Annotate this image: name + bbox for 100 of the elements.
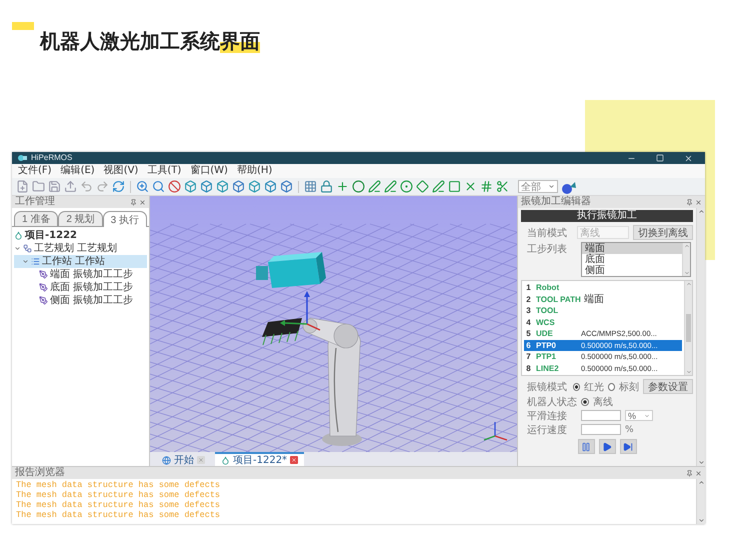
menu-item[interactable]: 窗口(W) xyxy=(190,164,228,178)
save-icon[interactable] xyxy=(48,180,61,193)
undo-icon[interactable] xyxy=(80,180,93,193)
field-label: 运行速度 xyxy=(527,424,568,436)
scroll-down-icon[interactable] xyxy=(686,369,692,375)
tree-item[interactable]: 工作站 工作站 xyxy=(14,255,147,268)
menu-item[interactable]: 文件(F) xyxy=(18,164,52,178)
coordinate-frame-icon xyxy=(280,291,320,331)
cube-icon[interactable] xyxy=(248,180,261,193)
folder-icon[interactable] xyxy=(32,180,45,193)
list-item[interactable]: 侧面 xyxy=(582,265,682,276)
play-button[interactable] xyxy=(598,439,616,454)
zoom-in-icon[interactable] xyxy=(136,180,149,193)
pin-icon[interactable] xyxy=(130,198,137,206)
cube-icon[interactable] xyxy=(184,180,197,193)
close-icon[interactable] xyxy=(139,198,146,206)
command-row[interactable]: 1 Robot xyxy=(524,282,682,294)
tree-item[interactable]: 侧面 振镜加工工步 xyxy=(14,294,147,307)
accent-bar xyxy=(12,22,34,30)
plus-icon[interactable] xyxy=(336,180,349,193)
input-field[interactable] xyxy=(581,410,621,421)
command-row[interactable]: 2 TOOL PATH 端面 xyxy=(524,294,682,305)
pause-button[interactable] xyxy=(578,439,594,454)
command-row[interactable]: 3 TOOL xyxy=(524,305,682,316)
scroll-up-icon[interactable] xyxy=(698,208,704,215)
tree-item[interactable]: 端面 振镜加工工步 xyxy=(14,268,147,281)
command-row[interactable]: 4 WCS xyxy=(524,316,682,328)
unit-dropdown[interactable]: % xyxy=(625,410,653,421)
cube-icon[interactable] xyxy=(200,180,213,193)
dot-icon[interactable] xyxy=(352,180,365,193)
square-icon[interactable] xyxy=(448,180,461,193)
tree-item[interactable]: 工艺规划 工艺规划 xyxy=(14,242,147,255)
scrollbar[interactable] xyxy=(696,479,705,524)
list-item[interactable]: 端面 xyxy=(582,243,682,254)
scrollbar[interactable] xyxy=(682,243,690,276)
panel-title: 工作管理 xyxy=(15,196,55,208)
scrollbar[interactable] xyxy=(696,208,705,466)
grid-icon[interactable] xyxy=(304,180,317,193)
cube-icon[interactable] xyxy=(264,180,277,193)
scroll-down-icon[interactable] xyxy=(684,270,690,276)
tree-item[interactable]: 底面 振镜加工工步 xyxy=(14,281,147,294)
target-icon[interactable] xyxy=(400,180,413,193)
pen-icon xyxy=(39,270,48,279)
pen-icon[interactable] xyxy=(432,180,445,193)
close-icon[interactable] xyxy=(695,470,702,476)
new-file-icon[interactable] xyxy=(16,180,29,193)
upload-icon[interactable] xyxy=(64,180,77,193)
document-tab[interactable]: 项目-1222* xyxy=(215,452,304,466)
x-icon[interactable] xyxy=(464,180,477,193)
chevron-icon[interactable] xyxy=(14,245,21,252)
scroll-up-icon[interactable] xyxy=(686,281,692,287)
pin-icon[interactable] xyxy=(686,470,693,476)
scroll-up-icon[interactable] xyxy=(684,243,690,249)
scroll-down-icon[interactable] xyxy=(698,517,704,524)
refresh-icon[interactable] xyxy=(112,180,125,193)
cube-icon[interactable] xyxy=(280,180,293,193)
input-field[interactable] xyxy=(581,424,621,435)
chevron-icon[interactable] xyxy=(22,258,29,265)
switch-button[interactable]: 切换到离线 xyxy=(633,225,693,240)
close-icon[interactable] xyxy=(290,456,298,464)
params-button[interactable]: 参数设置 xyxy=(643,379,693,394)
menu-item[interactable]: 编辑(E) xyxy=(60,164,95,178)
pause-icon xyxy=(581,442,591,452)
close-icon[interactable] xyxy=(695,198,702,206)
unit-label: % xyxy=(625,424,634,434)
radio-button[interactable] xyxy=(608,382,615,390)
cube-icon[interactable] xyxy=(216,180,229,193)
scissors-icon[interactable] xyxy=(496,180,509,193)
filter-dropdown[interactable]: 全部 xyxy=(518,180,558,193)
document-tab[interactable]: 开始 xyxy=(156,452,211,466)
panel-title: 振镜加工编辑器 xyxy=(521,196,591,208)
radio-label: 红光 xyxy=(584,380,604,394)
menu-item[interactable]: 工具(T) xyxy=(147,164,182,178)
tab[interactable]: 2 规划 xyxy=(58,211,103,226)
skip-button[interactable] xyxy=(620,439,636,454)
list-item[interactable]: 底面 xyxy=(582,254,682,265)
scrollbar[interactable] xyxy=(684,281,692,375)
scroll-up-icon[interactable] xyxy=(698,479,704,486)
tab[interactable]: 3 执行 xyxy=(102,211,147,227)
play-icon xyxy=(602,442,612,452)
pen-icon[interactable] xyxy=(384,180,397,193)
lock-icon[interactable] xyxy=(320,180,333,193)
maximize-icon[interactable] xyxy=(656,154,664,162)
radio-button[interactable] xyxy=(572,382,580,390)
redo-icon[interactable] xyxy=(96,180,109,193)
menu-item[interactable]: 帮助(H) xyxy=(236,164,272,178)
diamond-icon[interactable] xyxy=(416,180,429,193)
menu-item[interactable]: 视图(V) xyxy=(104,164,138,178)
tab[interactable]: 1 准备 xyxy=(14,211,58,226)
hash-icon[interactable] xyxy=(480,180,493,193)
radio-button[interactable] xyxy=(581,398,589,406)
section-header: 执行振镜加工 xyxy=(521,210,693,222)
cube-icon[interactable] xyxy=(232,180,245,193)
scroll-down-icon[interactable] xyxy=(698,459,704,466)
tree-item[interactable]: 项目-1222 xyxy=(14,229,147,242)
pen-icon[interactable] xyxy=(368,180,381,193)
pin-icon[interactable] xyxy=(686,198,693,206)
field-label: 平滑连接 xyxy=(527,410,568,422)
search-icon[interactable] xyxy=(152,180,165,193)
ban-icon[interactable] xyxy=(168,180,181,193)
